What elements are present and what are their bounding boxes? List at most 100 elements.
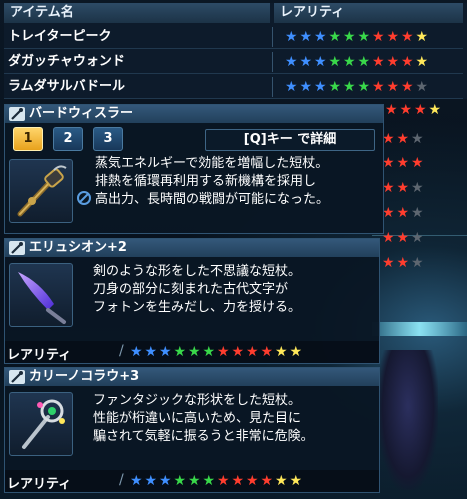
star-icon: ★ bbox=[342, 29, 356, 45]
tooltip-title-bar: カリーノコラウ+3 bbox=[5, 368, 379, 386]
star-icon: ★ bbox=[396, 230, 410, 246]
column-divider bbox=[272, 52, 273, 72]
background-light-beam bbox=[372, 322, 467, 336]
star-icon: ★ bbox=[231, 344, 245, 360]
star-icon: ★ bbox=[231, 473, 245, 489]
star-icon: ★ bbox=[158, 473, 172, 489]
star-icon: ★ bbox=[415, 29, 429, 45]
item-name: ラムダサルバドール bbox=[8, 79, 126, 94]
star-icon: ★ bbox=[173, 344, 187, 360]
star-icon: ★ bbox=[202, 473, 216, 489]
star-icon: ★ bbox=[173, 473, 187, 489]
rarity-row: レアリティ / ★ ★ ★ ★ ★ ★ ★ ★ ★ ★ ★ ★ bbox=[5, 470, 379, 492]
rarity-row: レアリティ / ★ ★ ★ ★ ★ ★ ★ ★ ★ ★ ★ ★ bbox=[5, 341, 379, 363]
rarity-stars: ★ ★ ★ bbox=[381, 255, 425, 271]
rarity-stars: ★ ★ ★ ★ ★ ★ ★ ★ ★ ★ bbox=[284, 29, 429, 45]
item-list-table: アイテム名 レアリティ トレイターピーク ★ ★ ★ ★ ★ ★ ★ ★ ★ ★ ダガッチャウォン… bbox=[4, 3, 467, 99]
star-icon: ★ bbox=[328, 29, 342, 45]
rarity-slash: / bbox=[119, 472, 124, 488]
blade-wand-icon bbox=[18, 272, 66, 324]
star-icon: ★ bbox=[328, 54, 342, 70]
star-icon: ★ bbox=[144, 473, 158, 489]
star-icon: ★ bbox=[274, 344, 288, 360]
star-icon: ★ bbox=[386, 29, 400, 45]
star-icon: ★ bbox=[415, 79, 429, 95]
rarity-stars: ★ ★ ★ ★ ★ ★ ★ ★ ★ ★ ★ ★ bbox=[129, 344, 303, 360]
item-description: ファンタジックな形状をした短杖。 性能が桁違いに高いため、見た目に 騙されて気軽… bbox=[93, 393, 314, 444]
star-icon: ★ bbox=[129, 344, 143, 360]
star-icon: ★ bbox=[400, 54, 414, 70]
star-icon: ★ bbox=[202, 344, 216, 360]
star-icon: ★ bbox=[410, 205, 424, 221]
list-row[interactable]: ラムダサルバドール ★ ★ ★ ★ ★ ★ ★ ★ ★ ★ bbox=[4, 75, 463, 99]
star-icon: ★ bbox=[187, 473, 201, 489]
star-icon: ★ bbox=[415, 54, 429, 70]
star-icon: ★ bbox=[187, 344, 201, 360]
star-icon: ★ bbox=[284, 29, 298, 45]
star-icon: ★ bbox=[410, 255, 424, 271]
item-title: カリーノコラウ+3 bbox=[29, 369, 140, 384]
star-icon: ★ bbox=[396, 255, 410, 271]
background-character bbox=[378, 350, 438, 490]
column-divider bbox=[272, 77, 273, 97]
column-divider bbox=[272, 27, 273, 47]
star-icon: ★ bbox=[158, 344, 172, 360]
star-icon: ★ bbox=[289, 344, 303, 360]
column-header-item-name[interactable]: アイテム名 bbox=[4, 3, 270, 23]
star-icon: ★ bbox=[371, 79, 385, 95]
star-icon: ★ bbox=[245, 473, 259, 489]
item-tooltip: カリーノコラウ+3 ファンタジックな形状をした短杖。 性能が桁違いに高いため、見… bbox=[4, 367, 380, 493]
rarity-stars: ★ ★ ★ ★ ★ ★ ★ ★ ★ ★ bbox=[284, 79, 429, 95]
rarity-slash: / bbox=[119, 343, 124, 359]
item-description: 剣のような形をした不思議な短杖。 刀身の部分に刻まれた古代文字が フォトンを生み… bbox=[93, 264, 302, 315]
star-icon: ★ bbox=[289, 473, 303, 489]
rarity-stars: ★ ★ ★ bbox=[381, 205, 425, 221]
star-icon: ★ bbox=[371, 29, 385, 45]
star-icon: ★ bbox=[410, 180, 424, 196]
star-icon: ★ bbox=[313, 29, 327, 45]
star-icon: ★ bbox=[216, 344, 230, 360]
rarity-stars: ★ ★ ★ ★ ★ ★ ★ ★ ★ ★ bbox=[284, 54, 429, 70]
list-row[interactable]: トレイターピーク ★ ★ ★ ★ ★ ★ ★ ★ ★ ★ bbox=[4, 25, 463, 49]
tab-1[interactable]: 1 bbox=[13, 127, 43, 151]
tab-2[interactable]: 2 bbox=[53, 127, 83, 151]
star-icon: ★ bbox=[260, 473, 274, 489]
star-icon: ★ bbox=[384, 102, 398, 118]
star-icon: ★ bbox=[381, 255, 395, 271]
column-header-rarity[interactable]: レアリティ bbox=[274, 3, 463, 23]
star-icon: ★ bbox=[396, 131, 410, 147]
star-icon: ★ bbox=[428, 102, 442, 118]
rarity-stars: ★ ★ ★ ★ bbox=[384, 102, 442, 118]
star-icon: ★ bbox=[342, 79, 356, 95]
item-image bbox=[9, 263, 73, 327]
tab-3[interactable]: 3 bbox=[93, 127, 123, 151]
item-title: バードウィスラー bbox=[29, 106, 134, 121]
star-icon: ★ bbox=[410, 155, 424, 171]
star-icon: ★ bbox=[357, 54, 371, 70]
star-icon: ★ bbox=[400, 29, 414, 45]
item-name: ダガッチャウォンド bbox=[8, 54, 125, 69]
star-icon: ★ bbox=[410, 131, 424, 147]
wand-category-icon bbox=[9, 107, 25, 121]
star-icon: ★ bbox=[386, 54, 400, 70]
star-icon: ★ bbox=[284, 79, 298, 95]
rarity-stars: ★ ★ ★ bbox=[381, 180, 425, 196]
star-icon: ★ bbox=[216, 473, 230, 489]
rarity-label: レアリティ bbox=[7, 348, 72, 363]
star-icon: ★ bbox=[342, 54, 356, 70]
star-icon: ★ bbox=[144, 344, 158, 360]
rarity-label: レアリティ bbox=[7, 477, 72, 492]
item-title: エリュシオン+2 bbox=[29, 240, 127, 255]
wand-category-icon bbox=[9, 370, 25, 384]
star-icon: ★ bbox=[313, 79, 327, 95]
star-icon: ★ bbox=[400, 79, 414, 95]
fantasy-wand-icon bbox=[22, 399, 65, 449]
star-icon: ★ bbox=[399, 102, 413, 118]
list-row[interactable]: ダガッチャウォンド ★ ★ ★ ★ ★ ★ ★ ★ ★ ★ bbox=[4, 50, 463, 74]
star-icon: ★ bbox=[371, 54, 385, 70]
star-icon: ★ bbox=[299, 54, 313, 70]
star-icon: ★ bbox=[396, 205, 410, 221]
star-icon: ★ bbox=[129, 473, 143, 489]
unavailable-icon bbox=[77, 191, 91, 205]
rarity-stars: ★ ★ ★ bbox=[381, 155, 425, 171]
